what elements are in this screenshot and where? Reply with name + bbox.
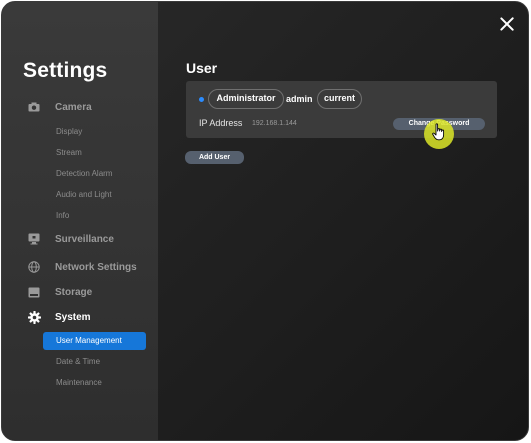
close-icon[interactable]: [498, 15, 516, 33]
role-badge: Administrator: [208, 89, 284, 109]
sidebar-item-user-management[interactable]: User Management: [43, 332, 146, 350]
sidebar-item-stream[interactable]: Stream: [56, 146, 82, 160]
sidebar-item-system[interactable]: System: [2, 307, 158, 327]
globe-icon: [27, 260, 41, 274]
ip-address-value: 192.168.1.144: [252, 120, 297, 127]
storage-icon: [27, 285, 41, 299]
sidebar-item-date-time[interactable]: Date & Time: [56, 355, 100, 369]
sidebar-item-storage[interactable]: Storage: [2, 282, 158, 302]
username: admin: [286, 94, 313, 104]
section-title: User: [186, 60, 218, 76]
status-dot: [199, 97, 204, 102]
sidebar-item-display[interactable]: Display: [56, 125, 82, 139]
sidebar: Settings Camera Display Stream Detection…: [2, 2, 158, 440]
settings-window: Settings Camera Display Stream Detection…: [1, 1, 529, 441]
sidebar-item-network-settings[interactable]: Network Settings: [2, 257, 158, 277]
sidebar-item-surveillance[interactable]: Surveillance: [2, 229, 158, 249]
sidebar-item-label: Storage: [55, 286, 93, 298]
ip-address-label: IP Address: [199, 118, 243, 128]
monitor-icon: [27, 232, 41, 246]
sidebar-item-label: Network Settings: [55, 261, 137, 273]
sidebar-item-label: Surveillance: [55, 233, 114, 245]
sidebar-item-info[interactable]: Info: [56, 209, 69, 223]
sidebar-item-label: System: [55, 311, 91, 323]
camera-icon: [27, 100, 41, 114]
sidebar-item-maintenance[interactable]: Maintenance: [56, 376, 102, 390]
hand-cursor-icon: [432, 123, 446, 141]
sidebar-item-detection-alarm[interactable]: Detection Alarm: [56, 167, 112, 181]
sidebar-item-label: Camera: [55, 101, 92, 113]
page-title: Settings: [23, 59, 108, 82]
gear-icon: [27, 310, 41, 324]
sidebar-item-audio-and-light[interactable]: Audio and Light: [56, 188, 112, 202]
add-user-button[interactable]: Add User: [185, 151, 244, 164]
status-badge: current: [317, 89, 362, 109]
sidebar-item-camera[interactable]: Camera: [2, 97, 158, 117]
